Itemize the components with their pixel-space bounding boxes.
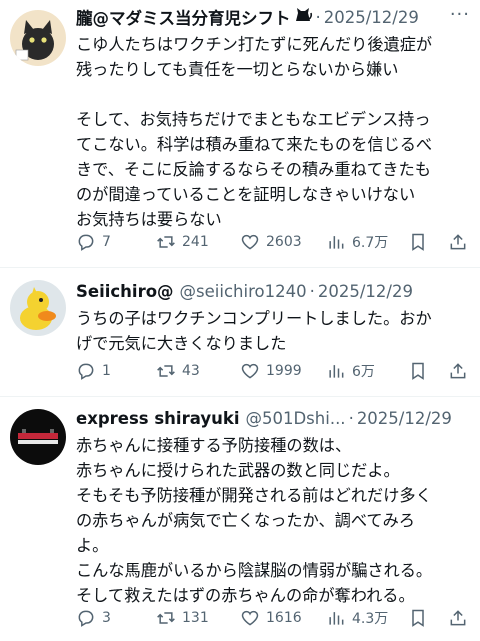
- reply-icon: [78, 610, 94, 627]
- share-button[interactable]: [448, 606, 468, 630]
- views-button[interactable]: 6.7万: [326, 230, 388, 254]
- like-count: 2603: [266, 234, 302, 250]
- tweet-text: こゆ人たちはワクチン打たずに死んだり後遺症が 残ったりしても責任を一切とらないか…: [76, 35, 433, 229]
- display-name[interactable]: express shirayuki: [76, 409, 239, 428]
- repost-button[interactable]: 131: [156, 606, 209, 630]
- repost-count: 131: [182, 610, 209, 626]
- bookmark-icon: [412, 609, 424, 627]
- share-icon: [450, 363, 466, 379]
- like-button[interactable]: 1616: [240, 606, 302, 630]
- dot-separator: ·: [348, 408, 354, 428]
- views-icon: [329, 365, 344, 378]
- tweet-text: うちの子はワクチンコンプリートしました。おか げで元気に大きくなりました: [76, 309, 432, 353]
- tweet[interactable]: express shirayuki @501Dshi... · 2025/12/…: [0, 397, 480, 641]
- display-name[interactable]: Seiichiro@: [76, 282, 174, 301]
- bookmark-button[interactable]: [408, 606, 428, 630]
- reply-button[interactable]: 7: [76, 230, 111, 254]
- heart-icon: [241, 610, 259, 626]
- heart-icon: [241, 234, 259, 250]
- share-icon: [450, 234, 466, 250]
- view-count: 6万: [352, 364, 375, 380]
- views-icon: [329, 612, 344, 625]
- avatar[interactable]: [10, 10, 66, 66]
- heart-icon: [241, 363, 259, 379]
- share-button[interactable]: [448, 359, 468, 383]
- repost-button[interactable]: 241: [156, 230, 209, 254]
- like-button[interactable]: 1999: [240, 359, 302, 383]
- reply-button[interactable]: 1: [76, 359, 111, 383]
- repost-count: 241: [182, 234, 209, 250]
- reply-icon: [78, 234, 94, 251]
- display-name[interactable]: 朧@マダミス当分育児シフト: [76, 5, 291, 29]
- repost-count: 43: [182, 363, 200, 379]
- share-button[interactable]: [448, 230, 468, 254]
- bookmark-icon: [412, 233, 424, 251]
- timestamp[interactable]: 2025/12/29: [318, 282, 413, 301]
- dot-separator: ·: [309, 281, 315, 301]
- repost-button[interactable]: 43: [156, 359, 200, 383]
- repost-icon: [157, 612, 175, 624]
- like-count: 1616: [266, 610, 302, 626]
- reply-count: 3: [102, 610, 111, 626]
- view-count: 4.3万: [352, 611, 389, 627]
- views-icon: [329, 236, 344, 249]
- dot-separator: ·: [315, 7, 321, 27]
- avatar[interactable]: [10, 280, 66, 336]
- cat-icon: [293, 5, 313, 29]
- bookmark-button[interactable]: [408, 230, 428, 254]
- repost-icon: [157, 236, 175, 248]
- timestamp[interactable]: 2025/12/29: [324, 8, 419, 27]
- repost-icon: [157, 365, 175, 377]
- tweet[interactable]: 朧@マダミス当分育児シフト · 2025/12/29 ··· こゆ人たちはワクチ…: [0, 0, 480, 268]
- reply-icon: [78, 363, 94, 380]
- like-count: 1999: [266, 363, 302, 379]
- bookmark-button[interactable]: [408, 359, 428, 383]
- timestamp[interactable]: 2025/12/29: [357, 409, 452, 428]
- view-count: 6.7万: [352, 235, 389, 251]
- tweet-text: 赤ちゃんに接種する予防接種の数は、 赤ちゃんに授けられた武器の数と同じだよ。 そ…: [76, 436, 433, 605]
- like-button[interactable]: 2603: [240, 230, 302, 254]
- tweet[interactable]: Seiichiro@ @seiichiro1240 · 2025/12/29 う…: [0, 268, 480, 397]
- views-button[interactable]: 6万: [326, 359, 375, 383]
- bookmark-icon: [412, 362, 424, 380]
- share-icon: [450, 610, 466, 626]
- views-button[interactable]: 4.3万: [326, 606, 388, 630]
- more-options-icon[interactable]: ···: [450, 4, 470, 25]
- reply-count: 1: [102, 363, 111, 379]
- user-handle[interactable]: @seiichiro1240: [180, 282, 307, 301]
- avatar[interactable]: [10, 409, 66, 465]
- user-handle[interactable]: @501Dshi...: [245, 409, 345, 428]
- reply-button[interactable]: 3: [76, 606, 111, 630]
- reply-count: 7: [102, 234, 111, 250]
